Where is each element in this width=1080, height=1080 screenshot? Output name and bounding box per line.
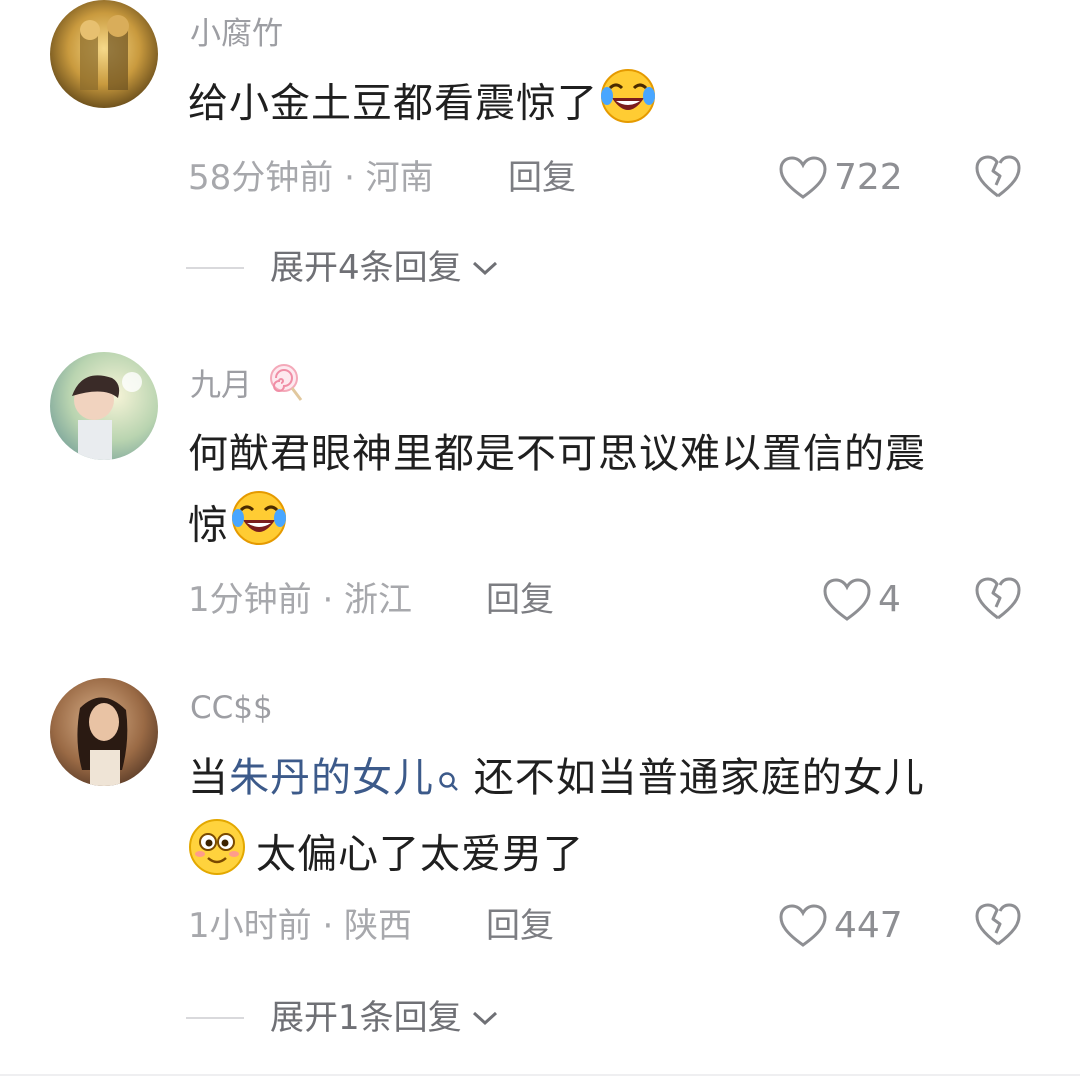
avatar-xiaofuzhu[interactable] xyxy=(50,0,158,108)
comment-username[interactable]: CC$$ xyxy=(190,688,273,728)
search-keyword-link[interactable]: 朱丹的女儿 xyxy=(229,755,434,801)
broken-heart-icon xyxy=(975,577,1021,620)
comment-time-location: 1分钟前 · 浙江 xyxy=(188,580,413,620)
expand-replies-button[interactable]: 展开4条回复 xyxy=(186,246,500,290)
comment-text-body: 太偏心了太爱男了 xyxy=(256,831,584,878)
comment-time-location: 1小时前 · 陕西 xyxy=(188,906,413,946)
like-count: 447 xyxy=(834,905,903,946)
chevron-down-icon xyxy=(472,261,497,276)
divider-line xyxy=(186,267,244,269)
comment-text-body: 惊 xyxy=(188,502,229,549)
comment-text: 何猷君眼神里都是不可思议难以置信的震 xyxy=(188,431,926,477)
broken-heart-icon xyxy=(975,903,1021,946)
comment-text-suffix: 还不如当普通家庭的女儿 xyxy=(460,755,925,801)
comment-text-prefix: 当 xyxy=(188,755,229,801)
comment-time-location: 58分钟前 · 河南 xyxy=(188,158,434,198)
expand-replies-button[interactable]: 展开1条回复 xyxy=(186,996,500,1040)
comment-username[interactable]: 小腐竹 xyxy=(190,14,283,54)
chevron-down-icon xyxy=(472,1011,497,1026)
dislike-button[interactable] xyxy=(974,902,1022,952)
dislike-button[interactable] xyxy=(974,154,1022,204)
avatar-image xyxy=(50,352,158,460)
expand-replies-label: 展开1条回复 xyxy=(270,998,462,1038)
dislike-button[interactable] xyxy=(974,576,1022,626)
comment-text-line2: 惊 xyxy=(188,490,287,565)
username-text: 九月 xyxy=(190,367,252,404)
divider-line xyxy=(186,1017,244,1019)
avatar-ccss[interactable] xyxy=(50,678,158,786)
reply-button[interactable]: 回复 xyxy=(508,156,576,200)
smiling-emoji xyxy=(188,818,246,895)
search-suggest-icon[interactable] xyxy=(438,752,460,816)
like-button[interactable]: 4 xyxy=(822,578,901,622)
comment-text: 当朱丹的女儿 还不如当普通家庭的女儿 xyxy=(188,746,925,816)
heart-outline-icon xyxy=(779,904,827,947)
expand-replies-label: 展开4条回复 xyxy=(270,248,462,288)
like-button[interactable]: 722 xyxy=(778,156,903,200)
comment-username[interactable]: 九月 xyxy=(190,362,304,412)
heart-outline-icon xyxy=(823,578,871,621)
broken-heart-icon xyxy=(975,155,1021,198)
comment-text-line2: 太偏心了太爱男了 xyxy=(188,818,584,895)
avatar-jiuyue[interactable] xyxy=(50,352,158,460)
bottom-divider xyxy=(0,1074,1080,1076)
comment-text: 给小金土豆都看震惊了 xyxy=(188,68,656,143)
laughing-tears-emoji xyxy=(600,68,656,143)
like-button[interactable]: 447 xyxy=(778,904,903,948)
avatar-image xyxy=(50,0,158,108)
avatar-image xyxy=(50,678,158,786)
comment-text-body: 给小金土豆都看震惊了 xyxy=(188,80,598,127)
like-count: 4 xyxy=(878,579,901,620)
heart-outline-icon xyxy=(779,156,827,199)
reply-button[interactable]: 回复 xyxy=(486,904,554,948)
reply-button[interactable]: 回复 xyxy=(486,578,554,622)
like-count: 722 xyxy=(834,157,903,198)
lollipop-badge-icon xyxy=(268,362,304,412)
laughing-tears-emoji xyxy=(231,490,287,565)
